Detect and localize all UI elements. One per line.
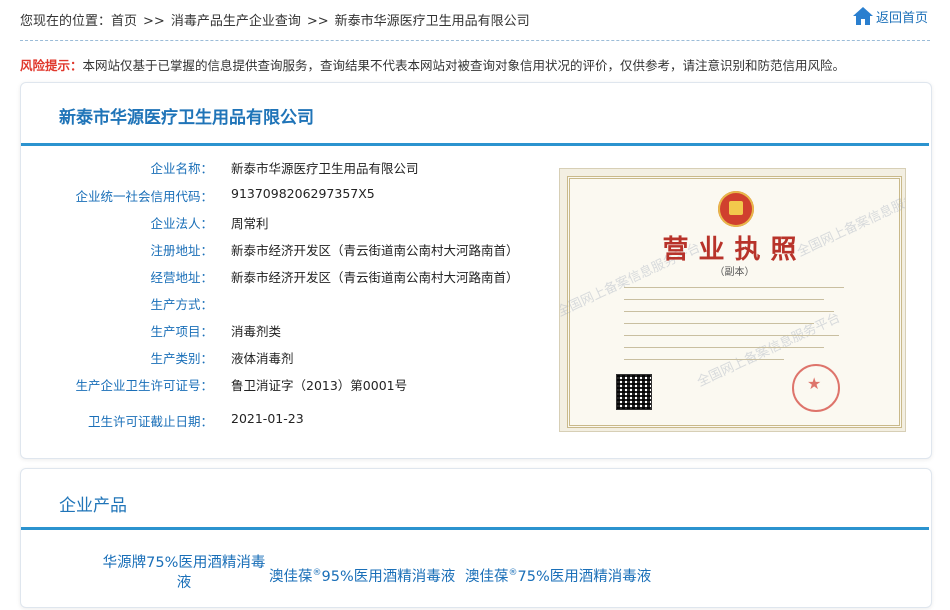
field-business-address: 经营地址： 新泰市经济开发区（青云街道南公南村大河路南首） [21,267,541,287]
field-value: 新泰市华源医疗卫生用品有限公司 [231,161,419,176]
field-production-mode: 生产方式： [21,294,541,314]
field-label: 生产项目： [150,324,213,339]
risk-text: 本网站仅基于已掌握的信息提供查询服务，查询结果不代表本网站对被查询对象信用状况的… [82,58,846,73]
field-value: 消毒剂类 [231,324,282,339]
products-title: 企业产品 [59,496,127,516]
license-text-line [624,323,814,324]
field-production-category: 生产类别： 液体消毒剂 [21,348,541,368]
company-title: 新泰市华源医疗卫生用品有限公司 [59,108,314,128]
product-brand: 澳佳葆 [269,569,313,585]
registered-mark: ® [312,568,322,579]
field-value: 周常利 [231,216,269,231]
field-label: 生产类别： [150,351,213,366]
product-brand: 澳佳葆 [465,569,509,585]
field-legal-person: 企业法人： 周常利 [21,213,541,233]
national-emblem-icon [718,191,754,227]
license-text-line [624,311,834,312]
field-label: 经营地址： [150,270,213,285]
product-name: 75%医用酒精消毒液 [517,569,652,585]
business-license-image: 全国网上备案信息服务平台 全国网上备案信息服务平台 全国网上备案信息服务平台 营… [559,168,906,432]
license-text-line [624,347,824,348]
field-company-name: 企业名称： 新泰市华源医疗卫生用品有限公司 [21,158,541,178]
license-text-line [624,359,784,360]
product-link[interactable]: 华源牌75%医用酒精消毒 液 [99,553,269,593]
back-home-button[interactable]: 返回首页 [852,6,928,26]
license-title: 营业执照 [662,235,807,265]
product-name-cont: 液 [176,575,192,591]
product-name: 95%医用酒精消毒液 [321,569,456,585]
license-subtitle: （副本） [714,267,755,278]
field-label: 生产企业卫生许可证号： [75,378,213,393]
breadcrumb-current: 新泰市华源医疗卫生用品有限公司 [334,14,530,29]
field-license-expiry: 卫生许可证截止日期： 2021-01-23 [21,411,541,431]
breadcrumb-prefix: 您现在的位置： [20,14,112,29]
field-label: 企业法人： [150,216,213,231]
top-bar: 您现在的位置：首页 >> 消毒产品生产企业查询 >> 新泰市华源医疗卫生用品有限公司 返… [0,0,950,38]
back-home-label: 返回首页 [875,10,928,26]
product-link[interactable]: 澳佳葆®75%医用酒精消毒液 [465,565,651,586]
breadcrumb-home[interactable]: 首页 [111,14,137,29]
breadcrumb-query[interactable]: 消毒产品生产企业查询 [171,14,301,29]
field-registered-address: 注册地址： 新泰市经济开发区（青云街道南公南村大河路南首） [21,240,541,260]
product-name: 华源牌75%医用酒精消毒 [102,555,266,571]
field-value: 液体消毒剂 [231,351,294,366]
field-value: 鲁卫消证字（2013）第0001号 [231,378,408,393]
field-credit-code: 企业统一社会信用代码： 9137098206297357X5 [21,186,541,206]
field-license-number: 生产企业卫生许可证号： 鲁卫消证字（2013）第0001号 [21,375,541,395]
breadcrumb-separator: >> [306,14,329,29]
field-value: 9137098206297357X5 [231,186,375,201]
risk-label: 风险提示： [20,58,83,73]
field-value: 2021-01-23 [231,411,304,426]
field-label: 企业统一社会信用代码： [75,189,213,204]
risk-notice: 风险提示：本网站仅基于已掌握的信息提供查询服务，查询结果不代表本网站对被查询对象… [20,55,845,74]
home-icon [852,7,873,25]
breadcrumb-separator: >> [143,14,165,29]
field-production-item: 生产项目： 消毒剂类 [21,321,541,341]
product-link[interactable]: 澳佳葆®95%医用酒精消毒液 [269,565,455,586]
registered-mark: ® [508,568,518,579]
field-label: 卫生许可证截止日期： [87,414,213,429]
license-text-line [624,335,839,336]
title-rule [21,527,929,530]
field-value: 新泰市经济开发区（青云街道南公南村大河路南首） [231,270,519,285]
field-value: 新泰市经济开发区（青云街道南公南村大河路南首） [231,243,519,258]
product-list: 华源牌75%医用酒精消毒 液 澳佳葆®95%医用酒精消毒液 澳佳葆®75%医用酒… [21,547,929,603]
license-frame: 全国网上备案信息服务平台 全国网上备案信息服务平台 全国网上备案信息服务平台 营… [560,176,905,428]
field-label: 注册地址： [150,243,213,258]
license-text-line [624,287,844,288]
divider [20,40,930,41]
field-label: 企业名称： [150,161,213,176]
license-text-line [624,299,824,300]
title-rule [21,143,929,146]
field-label: 生产方式： [150,297,213,312]
breadcrumb: 您现在的位置：首页 >> 消毒产品生产企业查询 >> 新泰市华源医疗卫生用品有限公司 [20,10,530,29]
qr-code-icon [616,374,652,410]
products-card: 企业产品 华源牌75%医用酒精消毒 液 澳佳葆®95%医用酒精消毒液 澳佳葆®7… [20,468,932,608]
official-seal-icon [792,364,840,412]
company-card: 新泰市华源医疗卫生用品有限公司 企业名称： 新泰市华源医疗卫生用品有限公司 企业统… [20,82,932,459]
